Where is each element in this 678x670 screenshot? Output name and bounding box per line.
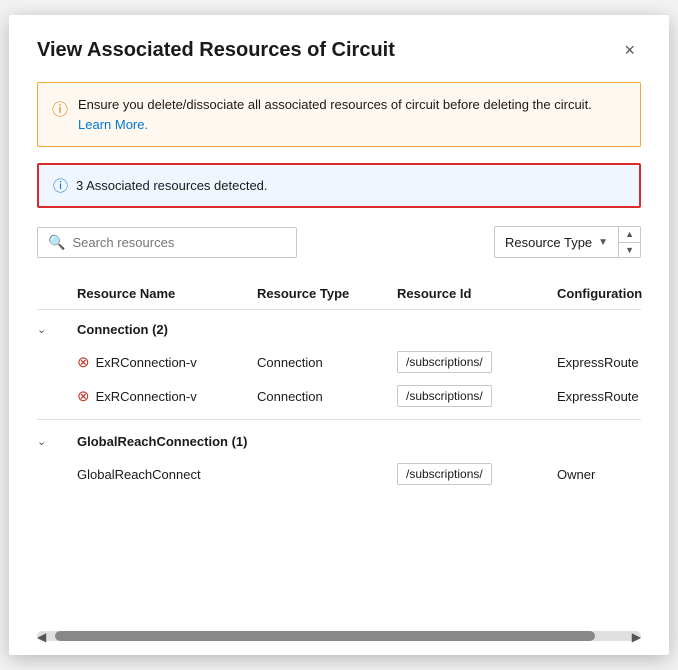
config-cell-2: ExpressRoute [557,389,677,404]
resource-id-cell-3: /subscriptions/ [397,463,557,485]
resource-name-cell-3: GlobalReachConnect [77,467,257,482]
col-resource-id: Resource Id [397,286,557,301]
config-cell-3: Owner [557,467,677,482]
group-row-connection: ⌄ Connection (2) [37,314,641,345]
resource-name-cell-2: ⊗ ExRConnection-v [77,387,257,405]
sort-label-text: Resource Type [505,235,592,250]
detected-text: 3 Associated resources detected. [76,178,268,193]
col-configuration: Configuration [557,286,677,301]
group-label-globalreach: GlobalReachConnection (1) [77,434,641,449]
col-resource-name: Resource Name [77,286,257,301]
detected-icon: ⓘ [53,175,68,196]
table-row: ⊗ ExRConnection-v Connection /subscripti… [37,379,641,413]
sort-down-button[interactable]: ▼ [619,243,640,258]
search-box: 🔍 [37,227,297,258]
table-row: GlobalReachConnect /subscriptions/ Owner [37,457,641,491]
group-row-globalreach: ⌄ GlobalReachConnection (1) [37,426,641,457]
resource-name-cell-1: ⊗ ExRConnection-v [77,353,257,371]
scroll-left-button[interactable]: ◀ [37,630,46,644]
resource-name-text-1: ExRConnection-v [96,355,197,370]
dialog: View Associated Resources of Circuit × ⓘ… [9,15,669,655]
sort-control: Resource Type ▼ ▲ ▼ [494,226,641,258]
search-icon: 🔍 [48,234,65,251]
resource-type-cell-2: Connection [257,389,397,404]
sort-arrows: ▲ ▼ [619,227,640,257]
resource-id-badge-3: /subscriptions/ [397,463,492,485]
scrollbar-area: ◀ ▶ [37,619,641,639]
chevron-down-icon: ▼ [598,237,608,248]
resource-id-badge-1: /subscriptions/ [397,351,492,373]
divider [37,419,641,420]
resource-name-text-3: GlobalReachConnect [77,467,201,482]
resource-id-cell-1: /subscriptions/ [397,351,557,373]
close-button[interactable]: × [618,39,641,61]
resource-id-badge-2: /subscriptions/ [397,385,492,407]
sort-up-button[interactable]: ▲ [619,227,640,243]
detected-bar: ⓘ 3 Associated resources detected. [37,163,641,208]
sort-label[interactable]: Resource Type ▼ [495,227,619,257]
scrollbar-track[interactable]: ◀ ▶ [37,631,641,641]
col-chevron [37,286,77,301]
row-icon-2: ⊗ [77,387,90,405]
search-input[interactable] [72,235,286,250]
table-header: Resource Name Resource Type Resource Id … [37,278,641,310]
toolbar: 🔍 Resource Type ▼ ▲ ▼ [37,226,641,258]
row-icon-1: ⊗ [77,353,90,371]
group-chevron-globalreach[interactable]: ⌄ [37,435,77,448]
info-banner: ⓘ Ensure you delete/dissociate all assoc… [37,82,641,147]
dialog-header: View Associated Resources of Circuit × [37,39,641,62]
table-row: ⊗ ExRConnection-v Connection /subscripti… [37,345,641,379]
scrollbar-thumb[interactable] [55,631,595,641]
group-chevron-connection[interactable]: ⌄ [37,323,77,336]
banner-text-content: Ensure you delete/dissociate all associa… [78,97,592,112]
info-icon: ⓘ [52,96,68,120]
config-cell-1: ExpressRoute [557,355,677,370]
col-resource-type: Resource Type [257,286,397,301]
scroll-right-button[interactable]: ▶ [632,630,641,644]
resource-type-cell-1: Connection [257,355,397,370]
group-label-connection: Connection (2) [77,322,641,337]
learn-more-link[interactable]: Learn More. [78,117,148,132]
resource-name-text-2: ExRConnection-v [96,389,197,404]
banner-text: Ensure you delete/dissociate all associa… [78,95,626,134]
dialog-title: View Associated Resources of Circuit [37,39,395,62]
resource-id-cell-2: /subscriptions/ [397,385,557,407]
